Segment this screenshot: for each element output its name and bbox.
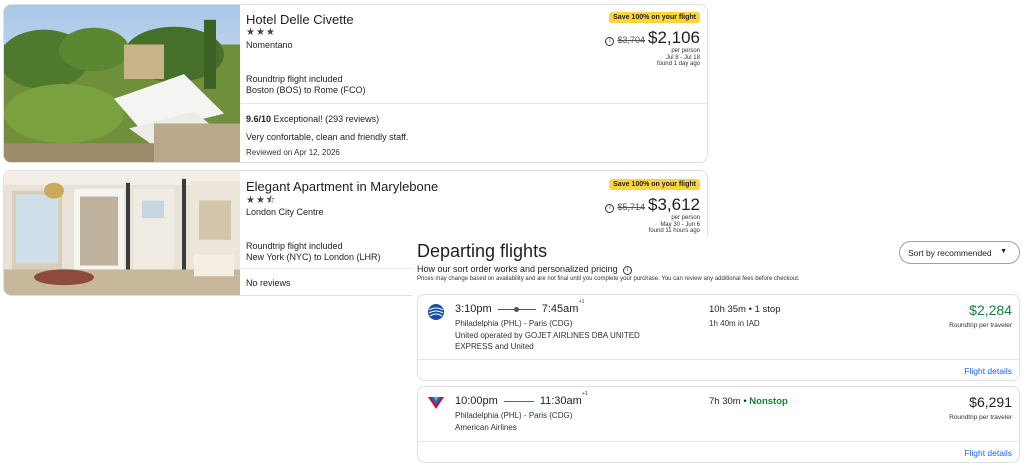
route-line	[497, 306, 536, 312]
stops: 1 stop	[754, 304, 781, 315]
star-rating: ★★★	[246, 27, 276, 38]
original-price: $5,714	[617, 202, 645, 212]
flight-route: New York (NYC) to London (LHR)	[246, 252, 381, 262]
price-details: per person Jul 8 - Jul 18 found 1 day ag…	[657, 48, 700, 68]
arrival-time-wrap: 7:45am +1	[541, 299, 585, 315]
departing-flights-panel: Departing flights How our sort order wor…	[412, 236, 1026, 466]
hotel-photo[interactable]	[4, 5, 240, 162]
price-basis: Roundtrip per traveler	[949, 414, 1012, 421]
flight-included-label: Roundtrip flight included	[246, 74, 343, 84]
divider	[240, 103, 707, 104]
sort-dropdown-label: Sort by recommended	[908, 247, 992, 258]
no-reviews-label: No reviews	[246, 278, 291, 288]
chevron-down-icon: ▼	[1000, 248, 1007, 255]
flight-price: $6,291	[969, 394, 1012, 410]
flight-card[interactable]: 3:10pm 7:45am +1 Philadelphia (PHL) - Pa…	[417, 294, 1020, 381]
info-icon[interactable]: i	[605, 204, 615, 213]
price-details: per person May 30 - Jun 6 found 11 hours…	[649, 215, 700, 235]
carrier: United operated by GOJET AIRLINES DBA UN…	[455, 331, 640, 351]
departure-time: 10:00pm	[455, 395, 498, 407]
found-time: found 11 hours ago	[648, 228, 700, 234]
hotel-name[interactable]: Hotel Delle Civette	[246, 12, 354, 27]
duration: 10h 35m	[709, 304, 746, 315]
hotel-location: London City Centre	[246, 207, 324, 217]
flight-details-link[interactable]: Flight details	[964, 448, 1012, 458]
package-price: $3,612	[648, 195, 700, 214]
layover: 1h 40m in IAD	[709, 319, 760, 328]
carrier: American Airlines	[455, 423, 517, 432]
package-price: $2,106	[648, 28, 700, 47]
american-airlines-logo-icon	[428, 397, 444, 409]
original-price: $3,704	[617, 35, 645, 45]
sort-dropdown[interactable]: Sort by recommended ▼	[899, 241, 1020, 264]
arrival-time: 7:45am	[541, 303, 579, 315]
price-disclaimer: Prices may change based on availability …	[417, 276, 800, 282]
found-time: found 1 day ago	[656, 61, 700, 67]
flight-times: 3:10pm 7:45am +1	[455, 299, 585, 315]
hotel-photo[interactable]	[4, 171, 240, 295]
divider	[418, 441, 1019, 442]
price-row: i $5,714 $3,612	[605, 195, 700, 215]
price-basis: Roundtrip per traveler	[949, 322, 1012, 329]
flight-included-label: Roundtrip flight included	[246, 241, 343, 251]
flight-card[interactable]: 10:00pm 11:30am +1 Philadelphia (PHL) - …	[417, 386, 1020, 463]
sort-info-text[interactable]: How our sort order works and personalize…	[417, 264, 618, 274]
rating-score: 9.6/10	[246, 114, 272, 124]
united-airlines-logo-icon	[428, 304, 444, 320]
flight-route: Boston (BOS) to Rome (FCO)	[246, 85, 366, 95]
save-badge: Save 100% on your flight	[609, 12, 700, 23]
flight-times: 10:00pm 11:30am +1	[455, 391, 588, 407]
duration: 7h 30m	[709, 396, 741, 407]
flight-details-link[interactable]: Flight details	[964, 366, 1012, 376]
stops: Nonstop	[749, 396, 788, 407]
hotel-card[interactable]: Hotel Delle Civette ★★★ Nomentano Roundt…	[3, 4, 708, 163]
page-title: Departing flights	[417, 241, 548, 261]
guest-rating: 9.6/10 Exceptional! (293 reviews)	[246, 114, 379, 124]
day-offset: +1	[578, 299, 585, 305]
review-quote: Very confortable, clean and friendly sta…	[246, 132, 409, 142]
departure-time: 3:10pm	[455, 303, 492, 315]
route-line	[503, 400, 534, 402]
review-date: Reviewed on Apr 12, 2026	[246, 148, 340, 157]
arrival-time: 11:30am	[539, 395, 582, 407]
day-offset: +1	[582, 391, 588, 397]
flight-route: Philadelphia (PHL) - Paris (CDG)	[455, 411, 573, 420]
info-icon[interactable]: i	[605, 37, 615, 46]
duration-stops: 10h 35m • 1 stop	[709, 304, 781, 315]
arrival-time-wrap: 11:30am +1	[539, 391, 588, 407]
sort-info-link[interactable]: How our sort order works and personalize…	[417, 264, 633, 276]
price-row: i $3,704 $2,106	[605, 28, 700, 48]
save-badge: Save 100% on your flight	[609, 179, 700, 190]
divider	[418, 359, 1019, 360]
stop-dot	[513, 306, 519, 312]
rating-text: Exceptional! (293 reviews)	[273, 114, 380, 124]
flight-route: Philadelphia (PHL) - Paris (CDG)	[455, 319, 573, 328]
duration-stops: 7h 30m • Nonstop	[709, 396, 788, 407]
hotel-name[interactable]: Elegant Apartment in Marylebone	[246, 179, 438, 194]
info-icon[interactable]: i	[623, 266, 633, 275]
hotel-location: Nomentano	[246, 40, 293, 50]
flight-price: $2,284	[969, 302, 1012, 318]
